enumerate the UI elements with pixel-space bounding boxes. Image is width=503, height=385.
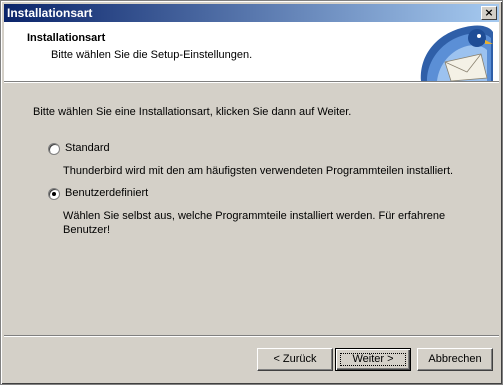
option-label-benutzerdefiniert[interactable]: Benutzerdefiniert	[65, 187, 148, 199]
cancel-button-label: Abbrechen	[428, 353, 482, 365]
footer-separator	[4, 335, 499, 337]
window-title: Installationsart	[7, 6, 93, 20]
wizard-header: Installationsart Bitte wählen Sie die Se…	[4, 22, 499, 81]
next-button-label: Weiter >	[352, 353, 394, 365]
radio-standard[interactable]	[48, 143, 60, 155]
back-button[interactable]: < Zurück	[257, 348, 333, 371]
back-button-label: < Zurück	[273, 353, 317, 365]
radio-benutzerdefiniert[interactable]	[48, 188, 60, 200]
title-bar[interactable]: Installationsart ×	[4, 4, 499, 22]
close-button[interactable]: ×	[481, 6, 497, 20]
close-icon: ×	[484, 6, 494, 19]
header-subtitle: Bitte wählen Sie die Setup-Einstellungen…	[51, 49, 253, 61]
option-description-standard: Thunderbird wird mit den am häufigsten v…	[63, 165, 454, 177]
installer-dialog: Installationsart × Installationsart Bitt…	[0, 0, 503, 385]
instruction-text: Bitte wählen Sie eine Installationsart, …	[33, 106, 352, 118]
header-title: Installationsart	[27, 32, 106, 44]
header-separator	[4, 81, 499, 83]
cancel-button[interactable]: Abbrechen	[417, 348, 493, 371]
next-button[interactable]: Weiter >	[335, 348, 411, 371]
option-description-benutzerdefiniert: Wählen Sie selbst aus, welche Programmte…	[63, 210, 446, 236]
option-label-standard[interactable]: Standard	[65, 142, 110, 154]
thunderbird-logo-icon	[420, 25, 493, 81]
